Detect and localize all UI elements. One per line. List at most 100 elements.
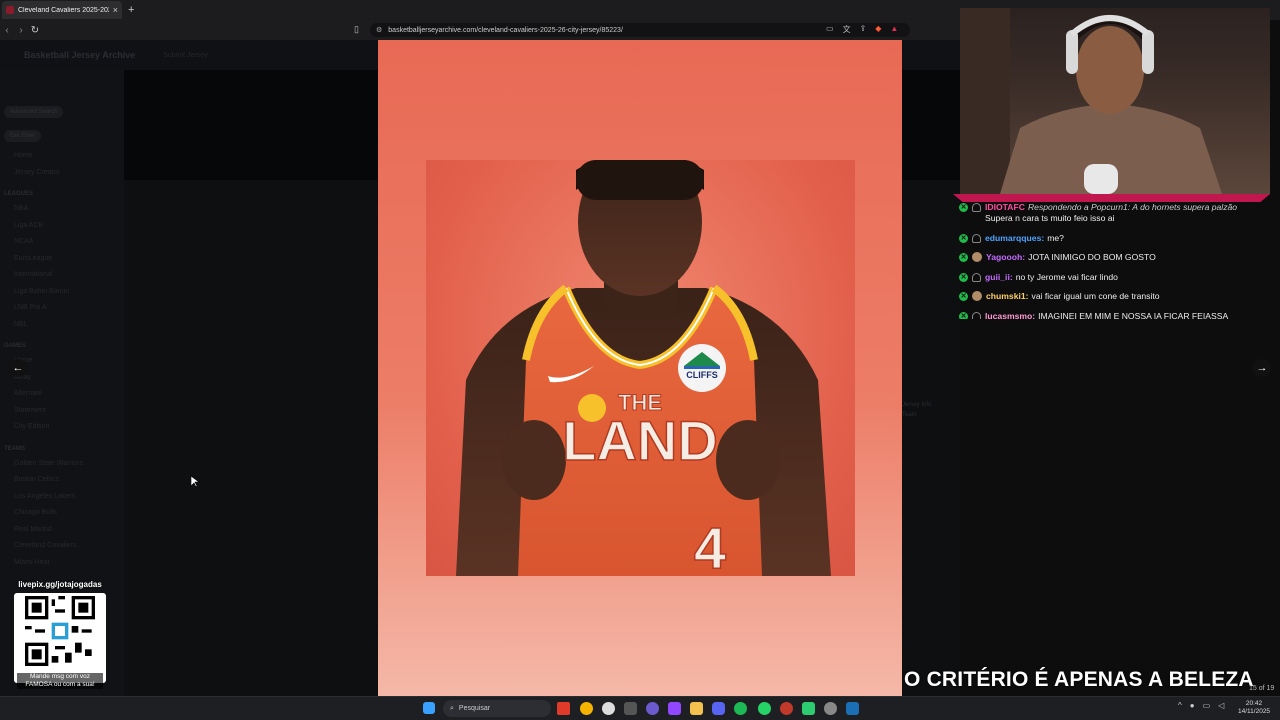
next-image-button[interactable]: → bbox=[1253, 359, 1271, 377]
sidebar-item-game[interactable]: City Edition bbox=[4, 419, 120, 436]
qr-footer: Mande msg com voz FAMOSA ou com a sua! bbox=[17, 673, 103, 689]
chat-text: JOTA INIMIGO DO BOM GOSTO bbox=[1028, 252, 1156, 262]
app-icon[interactable] bbox=[780, 702, 793, 715]
subscriber-badge-icon: ✕ bbox=[959, 203, 968, 212]
settings-icon[interactable] bbox=[824, 702, 837, 715]
network-icon[interactable]: ▭ bbox=[1203, 701, 1211, 710]
teams-heading: TEAMS bbox=[4, 445, 25, 452]
subscriber-badge-icon: ✕ bbox=[959, 233, 968, 243]
subscriber-badge-icon: ✕ bbox=[959, 292, 968, 301]
sidebar-item-league[interactable]: NCAA bbox=[4, 234, 120, 251]
sidebar-item-league[interactable]: LNB Pro A bbox=[4, 300, 120, 317]
reload-icon[interactable]: ↻ bbox=[28, 25, 42, 36]
leagues-heading: LEAGUES bbox=[4, 191, 34, 197]
cast-icon[interactable]: ▭ bbox=[826, 24, 834, 35]
discord-icon[interactable] bbox=[712, 702, 725, 715]
sidebar-item-league[interactable]: EuroLeague bbox=[4, 251, 120, 268]
image-lightbox: CLIFFS THE LAND 4 bbox=[378, 40, 902, 696]
chat-username[interactable]: Yagoooh: bbox=[986, 252, 1025, 262]
sidebar-item-jersey-creator[interactable]: Jersey Creator bbox=[4, 165, 120, 182]
user-avatar-badge-icon bbox=[972, 252, 982, 262]
clock-date: 14/11/2025 bbox=[1238, 708, 1271, 715]
new-tab-button[interactable]: + bbox=[128, 4, 134, 16]
brave-shield-icon[interactable]: ◆ bbox=[875, 24, 881, 35]
chat-username[interactable]: lucasmsmo: bbox=[985, 311, 1035, 320]
back-icon[interactable]: ‹ bbox=[0, 25, 14, 36]
share-icon[interactable]: ⇪ bbox=[860, 24, 867, 35]
sidebar-item-league[interactable]: Liga Bahiri Banuri bbox=[4, 284, 120, 301]
chrome-icon[interactable] bbox=[580, 702, 593, 715]
start-icon[interactable] bbox=[423, 702, 435, 714]
folder-icon[interactable] bbox=[690, 702, 703, 715]
page-side-line: Team bbox=[902, 412, 917, 418]
mouse-cursor-icon bbox=[191, 476, 200, 488]
sidebar-item-team[interactable]: Golden State Warriors bbox=[4, 456, 120, 473]
subscriber-badge-icon: ✕ bbox=[959, 272, 968, 282]
chat-text: Supera n cara ts muito feio isso ai bbox=[985, 213, 1115, 223]
sidebar-item-team[interactable]: Chicago Bulls bbox=[4, 505, 120, 522]
search-label: Pesquisar bbox=[458, 705, 491, 712]
subscriber-badge-icon: ✕ bbox=[959, 253, 968, 262]
sidebar-item-team[interactable]: Real Madrid bbox=[4, 522, 120, 539]
sidebar-item-team[interactable]: Boston Celtics bbox=[4, 472, 120, 489]
bookmark-icon[interactable]: ▯ bbox=[354, 24, 359, 35]
qr-code: Mande msg com voz FAMOSA ou com a sua! bbox=[14, 593, 106, 689]
subscriber-badge-icon: ✕ bbox=[959, 311, 968, 319]
sidebar-item-team[interactable]: Miami Heat bbox=[4, 555, 120, 572]
system-tray: ^ ● ▭ ◁ bbox=[1178, 701, 1224, 710]
browser-tab[interactable]: Cleveland Cavaliers 2025-2026 C × bbox=[2, 1, 122, 19]
sidebar-item-team[interactable]: Los Angeles Lakers bbox=[4, 489, 120, 506]
chat-message: ✕ guii_ii: no ty Jerome vai ficar lindo bbox=[955, 272, 1270, 283]
chat-text: me? bbox=[1047, 232, 1064, 243]
chat-username[interactable]: edumarqques: bbox=[985, 233, 1044, 243]
jersey-sponsor-text: CLIFFS bbox=[686, 370, 718, 380]
games-heading: GAMES bbox=[4, 343, 27, 349]
app-icon[interactable] bbox=[602, 702, 615, 715]
user-badge-icon bbox=[972, 272, 981, 282]
chat-username[interactable]: chumski1: bbox=[986, 291, 1029, 301]
app-icon[interactable] bbox=[802, 702, 815, 715]
mic-icon[interactable]: ● bbox=[1190, 701, 1195, 710]
translate-icon[interactable]: 文 bbox=[843, 24, 851, 35]
jersey-photo[interactable]: CLIFFS THE LAND 4 bbox=[426, 160, 855, 576]
steam-icon[interactable] bbox=[846, 702, 859, 715]
system-clock[interactable]: 20:42 14/11/2025 bbox=[1238, 700, 1270, 716]
app-icon[interactable] bbox=[624, 702, 637, 715]
sidebar-item-league[interactable]: NBA bbox=[4, 201, 120, 218]
prev-image-button[interactable]: ← bbox=[9, 359, 27, 377]
forward-icon[interactable]: › bbox=[14, 25, 28, 36]
taskbar-search[interactable]: ⌕ Pesquisar bbox=[443, 700, 551, 717]
user-badge-icon bbox=[972, 311, 981, 319]
sidebar-item-team[interactable]: Cleveland Cavaliers bbox=[4, 538, 120, 555]
app-icon[interactable] bbox=[646, 702, 659, 715]
tab-close-icon[interactable]: × bbox=[113, 5, 118, 15]
qr-footer-line: Mande msg com voz bbox=[30, 673, 90, 680]
twitch-icon[interactable] bbox=[668, 702, 681, 715]
advanced-search-button[interactable]: Advanced Search bbox=[4, 106, 64, 118]
filter-button[interactable]: Get Filter bbox=[4, 130, 41, 142]
chat-message: ✕ edumarqques: me? bbox=[955, 233, 1270, 244]
sidebar-item-league[interactable]: International bbox=[4, 267, 120, 284]
brave-browser-icon[interactable] bbox=[557, 702, 570, 715]
chat-username[interactable]: IDIOTAFC bbox=[985, 202, 1025, 212]
sidebar-item-game[interactable]: Statement bbox=[4, 403, 120, 420]
spotify-icon[interactable] bbox=[734, 702, 747, 715]
site-info-icon[interactable]: ⚙ bbox=[376, 26, 382, 34]
sidebar-item-game[interactable]: Alternate bbox=[4, 386, 120, 403]
user-avatar-badge-icon bbox=[972, 291, 982, 301]
sidebar-item-league[interactable]: NBL bbox=[4, 317, 120, 334]
submit-link[interactable]: Submit Jersey bbox=[163, 52, 207, 59]
sidebar-item-home[interactable]: Home bbox=[4, 148, 120, 165]
whatsapp-icon[interactable] bbox=[758, 702, 771, 715]
jersey-number: 4 bbox=[694, 516, 726, 576]
tray-chevron-icon[interactable]: ^ bbox=[1178, 701, 1182, 710]
sidebar-item-league[interactable]: Liga ACB bbox=[4, 218, 120, 235]
site-title[interactable]: Basketball Jersey Archive bbox=[24, 50, 135, 60]
chat-username[interactable]: guii_ii: bbox=[985, 272, 1013, 282]
volume-icon[interactable]: ◁ bbox=[1218, 701, 1224, 710]
brave-rewards-icon[interactable]: ▲ bbox=[890, 24, 898, 35]
search-icon: ⌕ bbox=[450, 704, 454, 712]
image-counter: 15 of 19 bbox=[1249, 685, 1275, 692]
qr-title: livepix.gg/jotajogadas bbox=[18, 580, 102, 589]
chat-text: no ty Jerome vai ficar lindo bbox=[1015, 271, 1118, 282]
